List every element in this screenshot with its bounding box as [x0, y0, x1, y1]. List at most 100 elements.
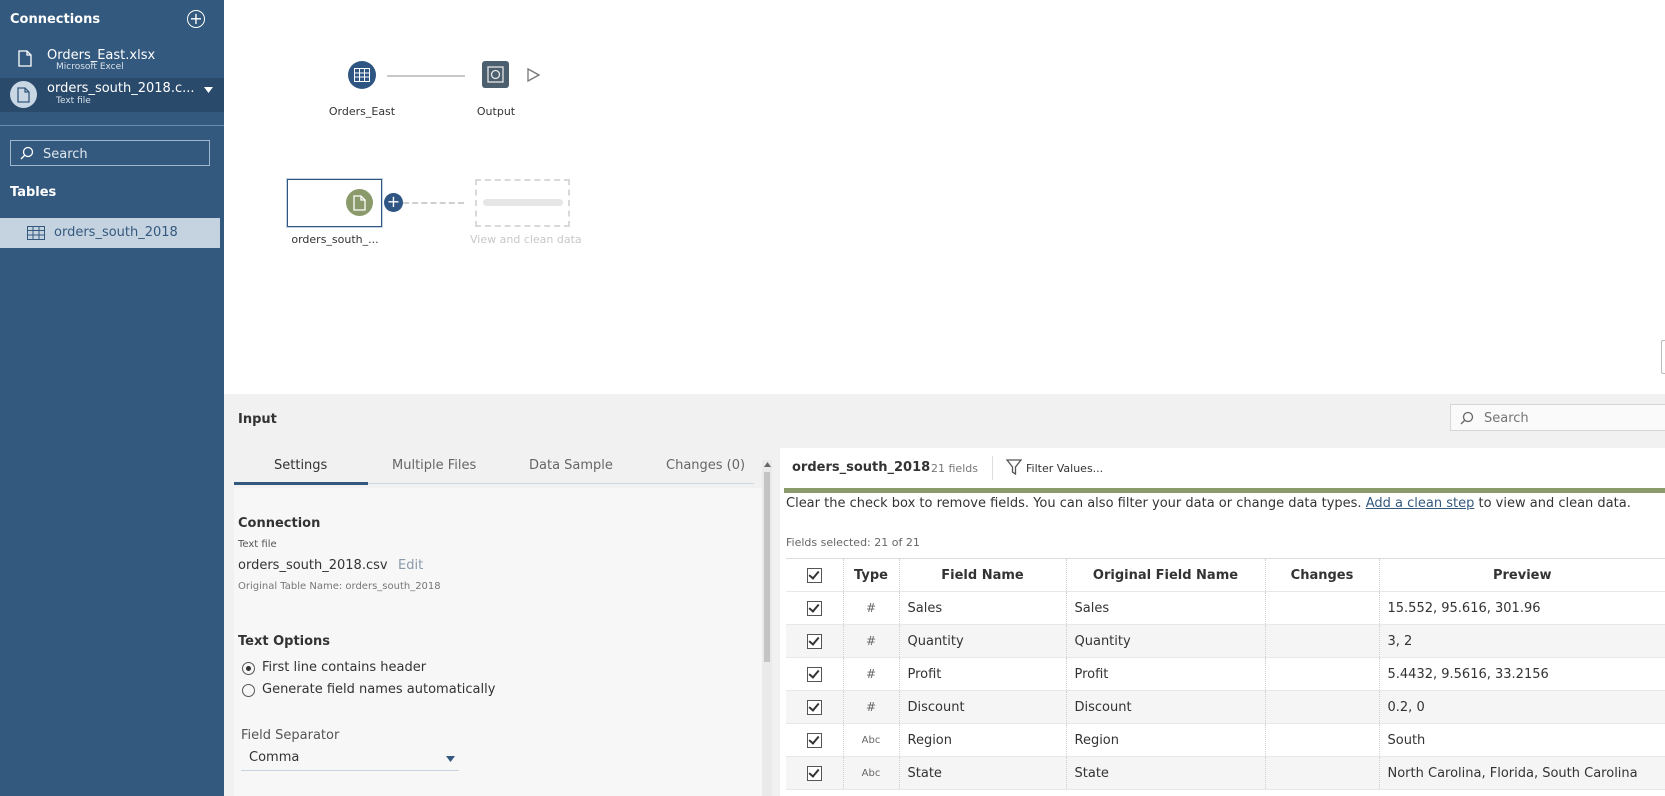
- radio-first-line-header-label: First line contains header: [262, 660, 427, 675]
- text-file-node-icon: [346, 189, 373, 216]
- changes-cell: [1265, 591, 1380, 625]
- filter-values-button[interactable]: Filter Values...: [1026, 462, 1103, 475]
- fields-panel: orders_south_2018 21 fields Filter Value…: [780, 448, 1665, 796]
- number-type-icon[interactable]: #: [843, 591, 900, 625]
- column-header-changes[interactable]: Changes: [1265, 558, 1380, 592]
- tab-settings[interactable]: Settings: [274, 458, 327, 473]
- scroll-up-icon[interactable]: [764, 462, 771, 467]
- preview-cell: 15.552, 95.616, 301.96: [1379, 591, 1665, 625]
- field-checkbox[interactable]: [806, 600, 822, 616]
- fields-hint-text: Clear the check box to remove fields. Yo…: [786, 496, 1362, 511]
- panel-search-input[interactable]: [1482, 409, 1656, 428]
- connections-title: Connections: [10, 12, 101, 27]
- sidebar-search[interactable]: [10, 140, 210, 166]
- field-name-cell[interactable]: Quantity: [899, 624, 1067, 658]
- output-label: Output: [476, 105, 516, 118]
- preview-cell: North Carolina, Florida, South Carolina: [1379, 756, 1665, 790]
- field-name-cell[interactable]: Discount: [899, 690, 1067, 724]
- panel-search[interactable]: [1450, 404, 1665, 431]
- radio-first-line-header[interactable]: [242, 662, 255, 675]
- radio-generate-field-names[interactable]: [242, 684, 255, 697]
- table-row[interactable]: Abc State State North Carolina, Florida,…: [786, 756, 1665, 790]
- orders-south-node[interactable]: [287, 179, 382, 227]
- field-checkbox[interactable]: [806, 633, 822, 649]
- chevron-down-icon: [446, 756, 455, 762]
- connection-name: orders_south_2018.c...: [47, 81, 195, 96]
- table-icon: [354, 68, 370, 82]
- field-name-cell[interactable]: Region: [899, 723, 1067, 757]
- connection-item-orders-south[interactable]: orders_south_2018.c... Text file: [0, 78, 224, 112]
- ghost-placeholder-bar: [483, 199, 563, 206]
- field-checkbox[interactable]: [806, 666, 822, 682]
- connection-type: Text file: [56, 96, 91, 106]
- sidebar-search-input[interactable]: [41, 144, 205, 164]
- canvas-edge-handle[interactable]: [1661, 340, 1665, 374]
- flow-connector: [387, 75, 465, 77]
- fields-selected: Fields selected: 21 of 21: [786, 536, 920, 549]
- fields-hint: Clear the check box to remove fields. Yo…: [786, 496, 1631, 511]
- ghost-clean-step[interactable]: [475, 179, 570, 227]
- changes-cell: [1265, 690, 1380, 724]
- column-header-original-field-name[interactable]: Original Field Name: [1066, 558, 1266, 592]
- original-field-name-cell: State: [1066, 756, 1266, 790]
- fields-table: Type Field Name Original Field Name Chan…: [786, 558, 1665, 790]
- settings-content: Connection Text file orders_south_2018.c…: [234, 488, 764, 796]
- search-icon: [20, 146, 34, 160]
- add-connection-icon[interactable]: +: [187, 10, 205, 28]
- number-type-icon[interactable]: #: [843, 690, 900, 724]
- field-separator-label: Field Separator: [241, 728, 340, 743]
- column-header-preview[interactable]: Preview: [1379, 558, 1665, 592]
- chevron-down-icon[interactable]: [204, 87, 213, 93]
- string-type-icon[interactable]: Abc: [843, 756, 900, 790]
- file-icon-badge: [10, 81, 37, 108]
- connection-section-title: Connection: [238, 516, 321, 531]
- field-checkbox[interactable]: [806, 765, 822, 781]
- add-clean-step-link[interactable]: Add a clean step: [1366, 496, 1475, 511]
- field-name-cell[interactable]: State: [899, 756, 1067, 790]
- run-flow-icon[interactable]: [527, 68, 540, 82]
- filter-icon[interactable]: [1006, 459, 1022, 476]
- field-name-cell[interactable]: Profit: [899, 657, 1067, 691]
- number-type-icon[interactable]: #: [843, 657, 900, 691]
- table-row[interactable]: # Profit Profit 5.4432, 9.5616, 33.2156: [786, 657, 1665, 691]
- table-row[interactable]: Abc Region Region South: [786, 723, 1665, 757]
- column-header-field-name[interactable]: Field Name: [899, 558, 1067, 592]
- search-icon: [1460, 411, 1474, 425]
- connection-item-orders-east[interactable]: Orders_East.xlsx Microsoft Excel: [0, 44, 224, 78]
- input-panel: Input Settings Multiple Files Data Sampl…: [224, 394, 1665, 796]
- add-step-icon[interactable]: +: [384, 193, 403, 212]
- output-node[interactable]: [482, 61, 509, 88]
- tab-changes[interactable]: Changes (0): [666, 458, 745, 473]
- tab-data-sample[interactable]: Data Sample: [529, 458, 613, 473]
- text-options-title: Text Options: [238, 634, 331, 649]
- table-row[interactable]: # Quantity Quantity 3, 2: [786, 624, 1665, 658]
- connection-type-label: Text file: [238, 539, 277, 550]
- select-all-checkbox-cell[interactable]: [786, 558, 844, 592]
- preview-cell: South: [1379, 723, 1665, 757]
- ghost-connector: [403, 202, 464, 204]
- orders-east-label: Orders_East: [328, 105, 396, 118]
- field-checkbox[interactable]: [806, 699, 822, 715]
- connection-file-name: orders_south_2018.csv: [238, 558, 388, 573]
- select-all-checkbox[interactable]: [806, 567, 822, 583]
- radio-generate-field-names-label: Generate field names automatically: [262, 682, 496, 697]
- output-icon: [487, 66, 504, 83]
- column-header-type[interactable]: Type: [843, 558, 900, 592]
- settings-scrollbar[interactable]: [762, 460, 772, 796]
- string-type-icon[interactable]: Abc: [843, 723, 900, 757]
- original-field-name-cell: Region: [1066, 723, 1266, 757]
- flow-canvas[interactable]: Orders_East Output + orders_south_... Vi…: [224, 0, 1665, 394]
- file-icon: [18, 50, 32, 67]
- tab-multiple-files[interactable]: Multiple Files: [392, 458, 476, 473]
- table-item-orders-south-2018[interactable]: orders_south_2018: [0, 218, 220, 248]
- field-separator-select[interactable]: Comma: [241, 748, 459, 771]
- file-icon: [353, 195, 366, 211]
- orders-east-node[interactable]: [348, 61, 376, 89]
- field-checkbox[interactable]: [806, 732, 822, 748]
- scrollbar-thumb[interactable]: [764, 472, 770, 662]
- table-row[interactable]: # Discount Discount 0.2, 0: [786, 690, 1665, 724]
- field-name-cell[interactable]: Sales: [899, 591, 1067, 625]
- table-row[interactable]: # Sales Sales 15.552, 95.616, 301.96: [786, 591, 1665, 625]
- number-type-icon[interactable]: #: [843, 624, 900, 658]
- edit-connection-link[interactable]: Edit: [398, 558, 423, 573]
